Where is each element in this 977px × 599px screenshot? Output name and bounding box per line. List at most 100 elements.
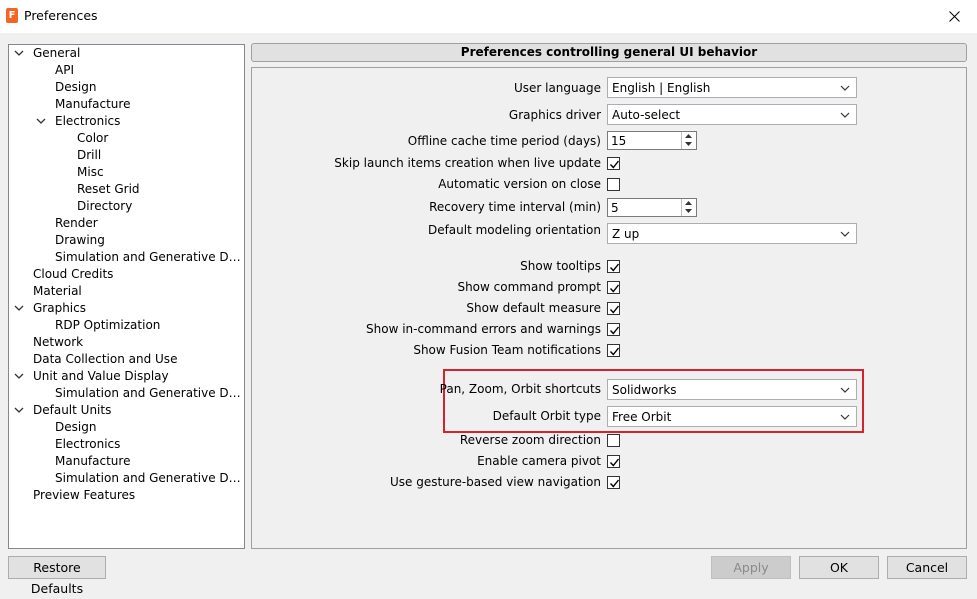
tree-item-design[interactable]: Design: [9, 79, 244, 96]
chevron-down-icon[interactable]: [13, 402, 25, 419]
tree-item-default-units[interactable]: Default Units: [9, 402, 244, 419]
tree-item-unit-value-display[interactable]: Unit and Value Display: [9, 368, 244, 385]
gesture-nav-checkbox[interactable]: [607, 476, 620, 489]
show-command-prompt-checkbox[interactable]: [607, 281, 620, 294]
spinner-buttons: [681, 199, 696, 216]
tree-item-preview-features[interactable]: Preview Features: [9, 487, 244, 504]
tree-item-cloud-credits[interactable]: Cloud Credits: [9, 266, 244, 283]
checkmark-icon: [609, 326, 620, 335]
spin-down-icon[interactable]: [682, 140, 696, 148]
tree-item-electronics[interactable]: Electronics: [9, 436, 244, 453]
modeling-orientation-label: Default modeling orientation: [427, 223, 601, 237]
tree-item-label: Reset Grid: [77, 182, 140, 196]
orbit-type-label: Default Orbit type: [492, 409, 601, 423]
spin-down-icon[interactable]: [682, 207, 696, 215]
checkmark-icon: [609, 458, 620, 467]
tree-item-color[interactable]: Color: [9, 130, 244, 147]
tree-item-label: Cloud Credits: [33, 267, 114, 281]
tree-item-label: Simulation and Generative Des…: [55, 471, 241, 485]
tree-item-data-collection[interactable]: Data Collection and Use: [9, 351, 244, 368]
show-team-notifications-checkbox[interactable]: [607, 344, 620, 357]
tree-item-label: Design: [55, 80, 97, 94]
offline-cache-spinner[interactable]: 15: [607, 131, 697, 150]
pan-zoom-orbit-label: Pan, Zoom, Orbit shortcuts: [439, 382, 601, 396]
tree-item-design[interactable]: Design: [9, 419, 244, 436]
tree-item-label: Default Units: [33, 403, 112, 417]
checkmark-icon: [609, 305, 620, 314]
tree-item-simulation-generative-design[interactable]: Simulation and Generative Des…: [9, 385, 244, 402]
pan-zoom-orbit-select[interactable]: Solidworks: [607, 379, 857, 400]
tree-item-simulation-generative-design[interactable]: Simulation and Generative Des…: [9, 470, 244, 487]
apply-button[interactable]: Apply: [711, 556, 791, 579]
cancel-button[interactable]: Cancel: [887, 556, 967, 579]
chevron-down-icon: [838, 383, 852, 397]
gesture-nav-label: Use gesture-based view navigation: [389, 475, 601, 489]
chevron-down-icon[interactable]: [35, 113, 47, 130]
modeling-orientation-select[interactable]: Z up: [607, 223, 857, 244]
show-tooltips-label: Show tooltips: [520, 259, 601, 273]
tree-item-api[interactable]: API: [9, 62, 244, 79]
tree-item-directory[interactable]: Directory: [9, 198, 244, 215]
show-tooltips-checkbox[interactable]: [607, 260, 620, 273]
dropdown-value: Solidworks: [612, 383, 677, 397]
chevron-down-icon[interactable]: [13, 368, 25, 385]
spin-up-icon[interactable]: [682, 199, 696, 207]
checkmark-icon: [609, 263, 620, 272]
reverse-zoom-checkbox[interactable]: [607, 434, 620, 447]
window-title: Preferences: [24, 8, 98, 23]
tree-item-material[interactable]: Material: [9, 283, 244, 300]
tree-item-label: Misc: [77, 165, 104, 179]
tree-item-label: Color: [77, 131, 109, 145]
chevron-down-icon[interactable]: [13, 300, 25, 317]
tree-item-manufacture[interactable]: Manufacture: [9, 96, 244, 113]
auto-version-checkbox[interactable]: [607, 178, 620, 191]
tree-item-render[interactable]: Render: [9, 215, 244, 232]
preferences-tree[interactable]: General API Design Manufacture Electroni…: [8, 44, 245, 549]
show-errors-checkbox[interactable]: [607, 323, 620, 336]
tree-item-general[interactable]: General: [9, 45, 244, 62]
close-window-button[interactable]: [931, 0, 977, 33]
chevron-down-icon[interactable]: [13, 45, 25, 62]
checkmark-icon: [609, 347, 620, 356]
dropdown-value: Free Orbit: [612, 410, 672, 424]
panel-header: Preferences controlling general UI behav…: [251, 43, 967, 62]
tree-item-rdp-optimization[interactable]: RDP Optimization: [9, 317, 244, 334]
tree-item-label: Manufacture: [55, 97, 131, 111]
user-language-select[interactable]: English | English: [607, 77, 857, 98]
dropdown-value: Z up: [612, 227, 640, 241]
chevron-down-icon: [838, 227, 852, 241]
show-errors-label: Show in-command errors and warnings: [366, 322, 601, 336]
tree-item-label: Simulation and Generative Des…: [55, 386, 241, 400]
recovery-interval-spinner[interactable]: 5: [607, 198, 697, 217]
show-default-measure-label: Show default measure: [466, 301, 601, 315]
tree-item-label: Electronics: [55, 437, 121, 451]
tree-item-electronics[interactable]: Electronics: [9, 113, 244, 130]
tree-item-manufacture[interactable]: Manufacture: [9, 453, 244, 470]
spin-up-icon[interactable]: [682, 132, 696, 140]
tree-item-drill[interactable]: Drill: [9, 147, 244, 164]
show-default-measure-checkbox[interactable]: [607, 302, 620, 315]
user-language-label: User language: [513, 81, 601, 95]
tree-item-misc[interactable]: Misc: [9, 164, 244, 181]
restore-defaults-button[interactable]: Restore Defaults: [8, 556, 106, 596]
tree-item-graphics[interactable]: Graphics: [9, 300, 244, 317]
spinner-value: 5: [611, 201, 619, 215]
tree-item-label: Drawing: [55, 233, 105, 247]
offline-cache-label: Offline cache time period (days): [407, 134, 601, 148]
tree-item-drawing[interactable]: Drawing: [9, 232, 244, 249]
orbit-type-select[interactable]: Free Orbit: [607, 406, 857, 427]
dropdown-value: English | English: [612, 81, 711, 95]
tree-item-label: Unit and Value Display: [33, 369, 169, 383]
tree-item-simulation-generative-design[interactable]: Simulation and Generative Des…: [9, 249, 244, 266]
camera-pivot-checkbox[interactable]: [607, 455, 620, 468]
dropdown-value: Auto-select: [612, 108, 681, 122]
skip-launch-checkbox[interactable]: [607, 157, 620, 170]
tree-item-reset-grid[interactable]: Reset Grid: [9, 181, 244, 198]
ok-button[interactable]: OK: [799, 556, 879, 579]
chevron-down-icon: [838, 108, 852, 122]
chevron-down-icon: [838, 81, 852, 95]
graphics-driver-select[interactable]: Auto-select: [607, 104, 857, 125]
tree-item-network[interactable]: Network: [9, 334, 244, 351]
checkmark-icon: [609, 479, 620, 488]
auto-version-label: Automatic version on close: [438, 177, 601, 191]
